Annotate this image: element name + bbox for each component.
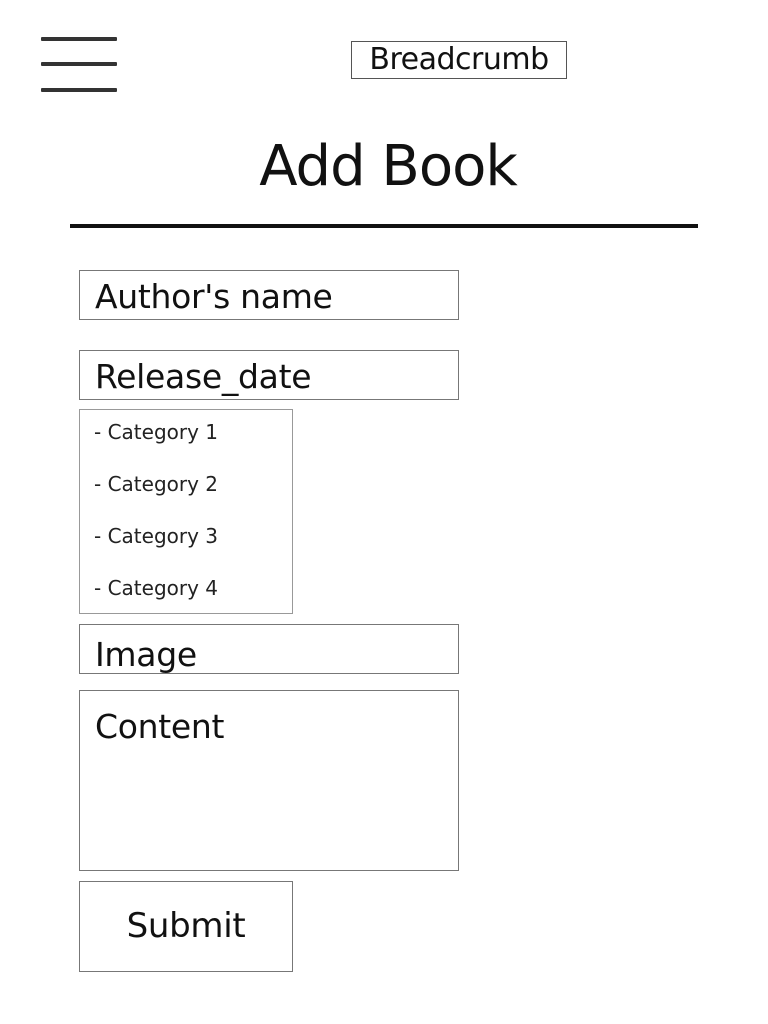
category-option[interactable]: - Category 3	[80, 522, 292, 574]
image-input[interactable]: Image	[79, 624, 459, 674]
menu-line	[41, 88, 117, 92]
author-name-input[interactable]: Author's name	[79, 270, 459, 320]
submit-button[interactable]: Submit	[79, 881, 293, 972]
hamburger-menu-icon[interactable]	[40, 36, 118, 96]
add-book-page: Breadcrumb Add Book Author's name Releas…	[0, 0, 768, 1024]
category-option[interactable]: - Category 2	[80, 470, 292, 522]
page-title: Add Book	[259, 134, 518, 199]
release-date-input[interactable]: Release_date	[79, 350, 459, 400]
breadcrumb[interactable]: Breadcrumb	[351, 41, 567, 79]
category-list[interactable]: - Category 1 - Category 2 - Category 3 -…	[79, 409, 293, 614]
menu-line	[41, 37, 117, 41]
category-option[interactable]: - Category 4	[80, 574, 292, 626]
title-divider	[70, 224, 698, 228]
content-textarea[interactable]: Content	[79, 690, 459, 871]
menu-line	[41, 62, 117, 66]
category-option[interactable]: - Category 1	[80, 418, 292, 470]
